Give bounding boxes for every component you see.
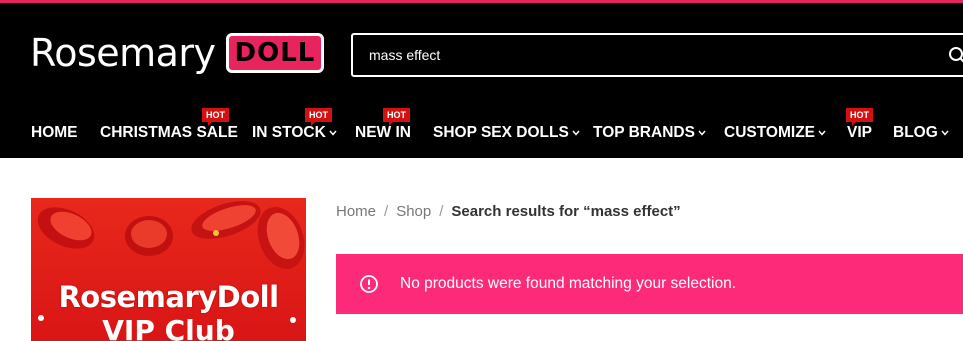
hot-badge: HOT: [846, 108, 873, 126]
main-nav: HOME HOT CHRISTMAS SALE HOT IN STOCK HOT…: [0, 108, 963, 146]
nav-item-top-brands[interactable]: TOP BRANDS: [593, 124, 706, 142]
logo-text: Rosemary: [30, 31, 216, 75]
nav-item-christmas-sale[interactable]: HOT CHRISTMAS SALE: [100, 108, 238, 142]
banner-title: RosemaryDoll: [58, 280, 279, 314]
search-input[interactable]: [369, 35, 929, 75]
chevron-down-icon: [941, 130, 949, 136]
no-products-notice: No products were found matching your sel…: [336, 254, 963, 314]
nav-item-label: VIP: [847, 124, 872, 141]
breadcrumb-current: Search results for “mass effect”: [451, 203, 681, 220]
notice-text: No products were found matching your sel…: [400, 275, 737, 292]
nav-item-shop-sex-dolls[interactable]: SHOP SEX DOLLS: [433, 124, 580, 142]
vip-club-banner[interactable]: RosemaryDoll VIP Club: [31, 198, 306, 341]
site-logo[interactable]: Rosemary DOLL: [30, 25, 325, 81]
nav-item-new-in[interactable]: HOT NEW IN: [355, 108, 411, 142]
nav-item-customize[interactable]: CUSTOMIZE: [724, 124, 826, 142]
site-header: Rosemary DOLL HOME HOT CHRISTMAS SALE HO…: [0, 3, 963, 158]
nav-item-in-stock[interactable]: HOT IN STOCK: [252, 108, 337, 142]
hot-badge: HOT: [202, 108, 229, 126]
nav-item-label: IN STOCK: [252, 124, 326, 141]
hot-badge: HOT: [305, 108, 332, 126]
hot-badge: HOT: [383, 108, 410, 126]
logo-badge: DOLL: [225, 33, 325, 73]
breadcrumb-separator: /: [384, 203, 389, 220]
chevron-down-icon: [818, 130, 826, 136]
nav-item-vip[interactable]: HOT VIP: [846, 108, 873, 142]
breadcrumb: Home / Shop / Search results for “mass e…: [336, 203, 681, 220]
nav-item-label: HOME: [31, 124, 78, 141]
chevron-down-icon: [698, 130, 706, 136]
nav-item-label: TOP BRANDS: [593, 124, 695, 141]
nav-item-label: BLOG: [893, 124, 938, 141]
nav-item-home[interactable]: HOME: [31, 124, 78, 142]
search-icon[interactable]: [948, 46, 963, 71]
nav-item-label: CUSTOMIZE: [724, 124, 815, 141]
nav-item-label: SHOP SEX DOLLS: [433, 124, 569, 141]
info-icon: [359, 274, 379, 294]
breadcrumb-shop[interactable]: Shop: [396, 203, 431, 220]
logo-badge-text: DOLL: [234, 38, 316, 68]
search-box: [351, 33, 963, 77]
nav-item-blog[interactable]: BLOG: [893, 124, 949, 142]
nav-item-label: NEW IN: [355, 124, 411, 141]
chevron-down-icon: [572, 130, 580, 136]
breadcrumb-separator: /: [439, 203, 444, 220]
breadcrumb-home[interactable]: Home: [336, 203, 376, 220]
chevron-down-icon: [329, 130, 337, 136]
nav-item-label: CHRISTMAS SALE: [100, 124, 238, 141]
banner-subtitle: VIP Club: [102, 314, 235, 341]
